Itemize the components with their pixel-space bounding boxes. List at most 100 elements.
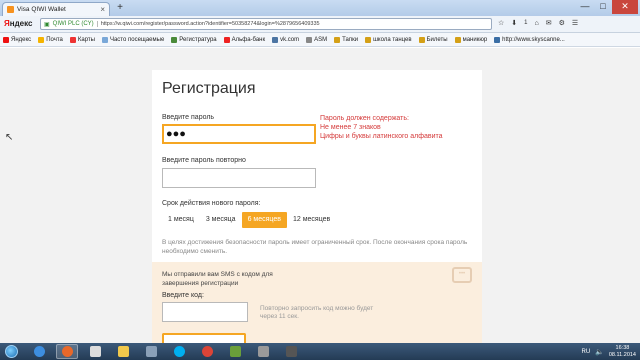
- downloads-count: 1: [524, 20, 528, 26]
- lock-icon: ▣: [44, 21, 50, 28]
- qiwi-favicon-icon: [7, 6, 14, 13]
- bookmark-item[interactable]: Билеты: [418, 36, 448, 43]
- bookmark-favicon-icon: [418, 36, 425, 43]
- taskbar-app-chrome[interactable]: [196, 344, 218, 359]
- bookmark-item[interactable]: ASM: [306, 36, 327, 43]
- code-label: Введите код:: [162, 292, 204, 299]
- hint-line: Цифры и буквы латинского алфавита: [320, 133, 443, 140]
- files-icon: [145, 346, 157, 357]
- period-option-3[interactable]: 3 месяца: [200, 212, 242, 228]
- bookmark-label: Регистратура: [179, 36, 217, 43]
- mouse-cursor-icon: ↖: [5, 132, 14, 143]
- bookmark-label: vk.com: [280, 36, 300, 43]
- chat-icon: •••: [452, 267, 472, 283]
- password-hint: Пароль должен содержать: Не менее 7 знак…: [320, 114, 443, 141]
- close-window-button[interactable]: ✕: [612, 0, 638, 14]
- period-selector: 1 месяц 3 месяца 6 месяцев 12 месяцев: [162, 212, 336, 228]
- firefox-icon: [61, 346, 73, 357]
- hint-line: Пароль должен содержать:: [320, 115, 409, 122]
- windows-start-icon: [4, 345, 18, 358]
- address-bar[interactable]: ▣ QIWI PLC (CY) https://w.qiwi.com/regis…: [40, 18, 492, 30]
- taskbar-app-wallet[interactable]: [84, 344, 106, 359]
- bookmark-favicon-icon: [69, 36, 76, 43]
- downloads-icon[interactable]: ⬇: [511, 19, 517, 27]
- bookmark-favicon-icon: [365, 36, 372, 43]
- volume-icon[interactable]: 🔈: [595, 348, 604, 356]
- bookmark-label: Билеты: [426, 36, 448, 43]
- browser-tab[interactable]: Visa QIWI Wallet ×: [2, 2, 110, 16]
- bookmark-favicon-icon: [38, 36, 45, 43]
- language-indicator[interactable]: RU: [581, 349, 590, 355]
- bookmark-favicon-icon: [494, 36, 501, 43]
- bookmark-favicon-icon: [101, 36, 108, 43]
- bookmark-item[interactable]: Альфа-банк: [223, 36, 266, 43]
- password-period-label: Срок действия нового пароля:: [162, 200, 261, 207]
- ie-icon: [33, 346, 45, 357]
- close-tab-icon[interactable]: ×: [100, 5, 105, 14]
- yandex-logo[interactable]: Яндекс: [4, 19, 32, 28]
- bookmark-item[interactable]: Карты: [69, 36, 95, 43]
- bookmark-label: Яндекс: [11, 36, 32, 43]
- taskbar-app-explorer[interactable]: [112, 344, 134, 359]
- wallet-icon: [89, 346, 101, 357]
- bookmark-item[interactable]: школа танцев: [365, 36, 412, 43]
- new-tab-button[interactable]: +: [114, 3, 126, 14]
- bookmark-label: Почта: [46, 36, 63, 43]
- tab-bar: Visa QIWI Wallet × + — □ ✕: [0, 0, 640, 16]
- taskbar-app-skype[interactable]: [168, 344, 190, 359]
- period-option-1[interactable]: 1 месяц: [162, 212, 200, 228]
- period-option-6-selected[interactable]: 6 месяцев: [241, 212, 287, 228]
- bookmark-label: Карты: [77, 36, 95, 43]
- bookmark-item[interactable]: Часто посещаемые: [101, 36, 164, 43]
- bookmark-favicon-icon: [3, 36, 9, 43]
- bookmark-favicon-icon: [454, 36, 461, 43]
- bookmark-item[interactable]: маникюр: [454, 36, 488, 43]
- sms-code-input[interactable]: [162, 302, 248, 322]
- bookmark-label: школа танцев: [373, 36, 412, 43]
- bookmark-item[interactable]: Почта: [38, 36, 63, 43]
- home-icon[interactable]: ⌂: [535, 20, 539, 27]
- password-value: ●●●: [166, 128, 186, 140]
- settings-icon[interactable]: ⚙: [559, 19, 565, 27]
- start-button[interactable]: [0, 343, 22, 360]
- url-text[interactable]: https://w.qiwi.com/register/password.act…: [101, 21, 320, 27]
- taskbar-app-media[interactable]: [224, 344, 246, 359]
- maximize-button[interactable]: □: [594, 0, 612, 14]
- bookmark-item[interactable]: Тапки: [334, 36, 358, 43]
- bookmark-item[interactable]: vk.com: [272, 36, 300, 43]
- bookmark-favicon-icon: [171, 36, 178, 43]
- taskbar-app-app2[interactable]: [280, 344, 302, 359]
- windows-taskbar: [0, 343, 640, 360]
- taskbar-app-firefox[interactable]: [56, 344, 78, 359]
- bookmark-favicon-icon: [334, 36, 341, 43]
- taskbar-app-ie[interactable]: [28, 344, 50, 359]
- bookmark-item[interactable]: Регистратура: [171, 36, 217, 43]
- secure-site-label: QIWI PLC (CY): [53, 21, 98, 27]
- security-note: В целях достижения безопасности пароль и…: [162, 239, 468, 255]
- bookmark-item[interactable]: http://www.skyscanne...: [494, 36, 565, 43]
- minimize-button[interactable]: —: [576, 0, 594, 14]
- bookmarks-bar: Яндекс Почта Карты Часто посещаемые Регистра…: [0, 33, 640, 47]
- clock[interactable]: 16:38 08.11.2014: [609, 345, 636, 359]
- repeat-password-input[interactable]: [162, 168, 316, 188]
- app-icon: [257, 346, 269, 357]
- period-option-12[interactable]: 12 месяцев: [287, 212, 336, 228]
- explorer-icon: [117, 346, 129, 357]
- password-label: Введите пароль: [162, 114, 215, 121]
- repeat-password-label: Введите пароль повторно: [162, 157, 246, 164]
- bookmark-favicon-icon: [223, 36, 230, 43]
- sms-message: Мы отправили вам SMS с кодом для заверше…: [162, 271, 273, 287]
- bookmark-label: Альфа-банк: [231, 36, 266, 43]
- menu-icon[interactable]: ☰: [572, 19, 578, 27]
- mail-icon[interactable]: ✉: [546, 19, 552, 27]
- bookmark-favicon-icon: [306, 36, 313, 43]
- hint-line: Не менее 7 знаков: [320, 124, 381, 131]
- chrome-icon: [201, 346, 213, 357]
- taskbar-app-files[interactable]: [140, 344, 162, 359]
- bookmark-item[interactable]: Яндекс: [3, 36, 32, 43]
- system-tray: RU 🔈 16:38 08.11.2014: [581, 343, 636, 360]
- bookmark-label: маникюр: [462, 36, 488, 43]
- skype-icon: [173, 346, 185, 357]
- taskbar-app-app[interactable]: [252, 344, 274, 359]
- bookmark-star-icon[interactable]: ☆: [498, 19, 504, 27]
